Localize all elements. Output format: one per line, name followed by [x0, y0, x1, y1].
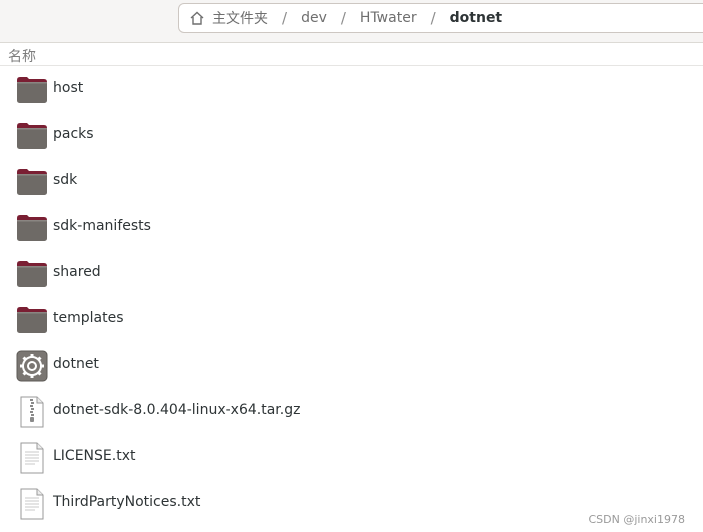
- breadcrumb-separator: /: [340, 9, 346, 27]
- file-name: packs: [53, 126, 94, 142]
- list-item[interactable]: dotnet-sdk-8.0.404-linux-x64.tar.gz: [0, 389, 703, 435]
- breadcrumb-home-label: 主文件夹: [212, 11, 268, 27]
- folder-icon: [16, 213, 48, 243]
- file-list: host packs sdk sdk-manifests shared temp…: [0, 67, 703, 527]
- list-item[interactable]: packs: [0, 113, 703, 159]
- file-name: ThirdPartyNotices.txt: [53, 494, 201, 510]
- list-item[interactable]: sdk: [0, 159, 703, 205]
- list-item[interactable]: sdk-manifests: [0, 205, 703, 251]
- list-item[interactable]: LICENSE.txt: [0, 435, 703, 481]
- watermark: CSDN @jinxi1978: [588, 513, 685, 526]
- file-name: dotnet-sdk-8.0.404-linux-x64.tar.gz: [53, 402, 301, 418]
- folder-icon: [16, 305, 48, 335]
- folder-icon: [16, 259, 48, 289]
- list-item[interactable]: host: [0, 67, 703, 113]
- folder-icon: [16, 75, 48, 105]
- file-name: host: [53, 80, 84, 96]
- folder-icon: [16, 121, 48, 151]
- file-name: dotnet: [53, 356, 99, 372]
- text-file-icon: [16, 442, 48, 474]
- column-header-name[interactable]: 名称: [0, 43, 703, 66]
- header-bar: 主文件夹 / dev / HTwater / dotnet: [0, 0, 703, 43]
- file-name: sdk-manifests: [53, 218, 151, 234]
- list-item[interactable]: dotnet: [0, 343, 703, 389]
- file-name: sdk: [53, 172, 78, 188]
- list-item[interactable]: templates: [0, 297, 703, 343]
- list-item[interactable]: shared: [0, 251, 703, 297]
- folder-icon: [16, 167, 48, 197]
- breadcrumb-separator: /: [282, 9, 288, 27]
- breadcrumb-htwater[interactable]: HTwater: [358, 10, 419, 26]
- breadcrumb-current[interactable]: dotnet: [448, 10, 505, 26]
- text-file-icon: [16, 488, 48, 520]
- breadcrumb-home[interactable]: 主文件夹: [189, 8, 270, 28]
- column-header-label: 名称: [8, 49, 36, 65]
- file-name: templates: [53, 310, 124, 326]
- archive-icon: [16, 396, 48, 428]
- path-bar: 主文件夹 / dev / HTwater / dotnet: [178, 3, 703, 33]
- breadcrumb-dev[interactable]: dev: [299, 10, 329, 26]
- executable-gear-icon: [16, 350, 48, 382]
- file-name: LICENSE.txt: [53, 448, 136, 464]
- file-name: shared: [53, 264, 101, 280]
- home-icon: [190, 11, 204, 25]
- breadcrumb-separator: /: [430, 9, 436, 27]
